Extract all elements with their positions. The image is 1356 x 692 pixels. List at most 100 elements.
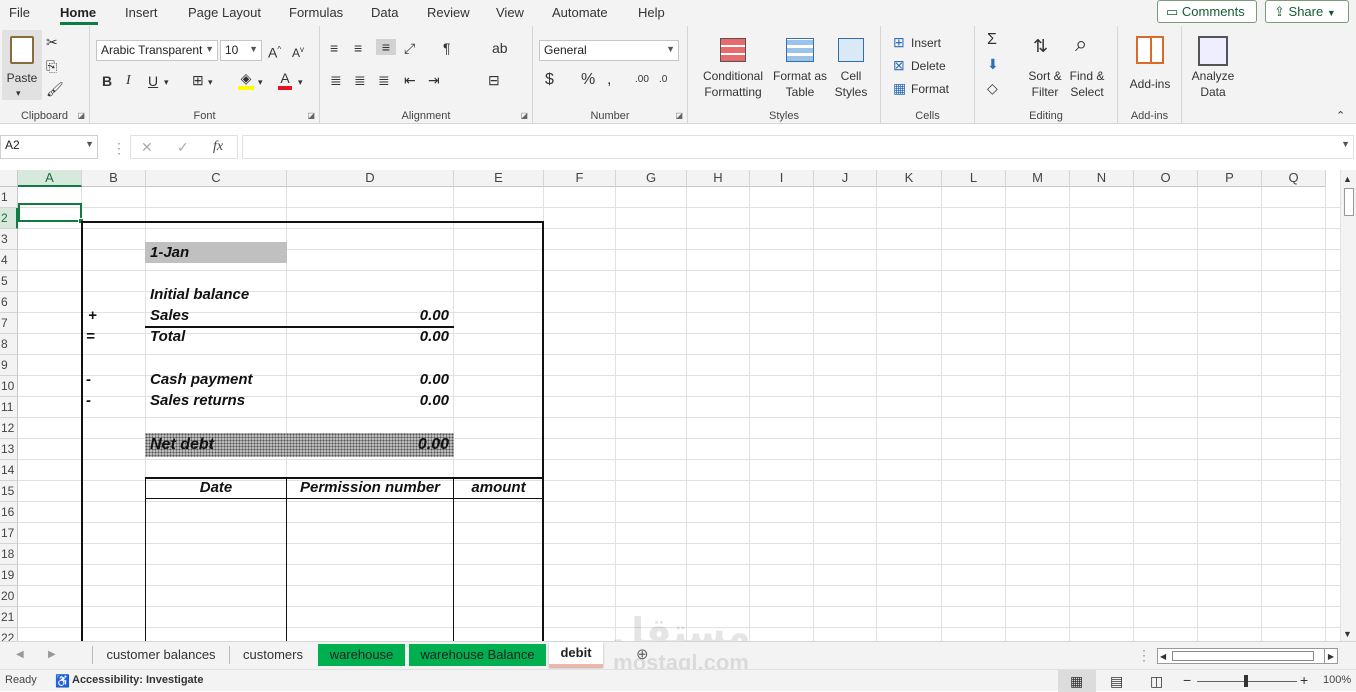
rtl-icon[interactable]: ¶ <box>443 40 451 56</box>
sheet-tab-debit[interactable]: debit <box>549 642 603 667</box>
middle-align-icon[interactable]: ≡ <box>354 40 362 56</box>
percent-icon[interactable]: % <box>581 72 595 88</box>
sheet-tab-warehouse[interactable]: warehouse <box>318 644 405 666</box>
format-as-table-button[interactable]: Format as Table <box>772 34 828 104</box>
row-header-7[interactable]: 7 <box>0 313 18 334</box>
scroll-left-icon[interactable]: ◀ <box>1160 649 1166 665</box>
horizontal-scrollbar[interactable]: ◀ <box>1157 648 1337 664</box>
dialog-launcher-icon[interactable]: ◪ <box>77 111 85 120</box>
decrease-indent-icon[interactable]: ⇤ <box>404 72 416 88</box>
addins-button[interactable]: Add-ins <box>1124 34 1176 104</box>
tab-automate[interactable]: Automate <box>552 5 608 20</box>
column-header-h[interactable]: H <box>687 170 750 187</box>
row-header-22[interactable]: 22 <box>0 628 18 641</box>
insert-cells-button[interactable]: ⊞ Insert <box>893 34 969 52</box>
top-align-icon[interactable]: ≡ <box>330 40 338 56</box>
zoom-level[interactable]: 100% <box>1323 674 1351 686</box>
cancel-icon[interactable]: ✕ <box>141 139 153 155</box>
column-header-e[interactable]: E <box>454 170 544 187</box>
row-header-14[interactable]: 14 <box>0 460 18 481</box>
tab-data[interactable]: Data <box>371 5 398 20</box>
row-header-1[interactable]: 1 <box>0 187 18 208</box>
row-header-13[interactable]: 13 <box>0 439 18 460</box>
row-header-8[interactable]: 8 <box>0 334 18 355</box>
zoom-slider-thumb[interactable] <box>1244 675 1248 687</box>
page-break-view-icon[interactable]: ◫ <box>1150 673 1163 689</box>
wrap-text-icon[interactable]: ab <box>492 40 508 56</box>
row-header-16[interactable]: 16 <box>0 502 18 523</box>
column-header-p[interactable]: P <box>1198 170 1262 187</box>
tab-formulas[interactable]: Formulas <box>289 5 343 20</box>
enter-icon[interactable]: ✓ <box>177 139 189 155</box>
clear-icon[interactable]: ◇ <box>987 80 998 96</box>
split-handle-icon[interactable]: ⋮ <box>1137 647 1151 663</box>
row-header-5[interactable]: 5 <box>0 271 18 292</box>
scroll-up-icon[interactable]: ▲ <box>1343 171 1352 187</box>
row-header-19[interactable]: 19 <box>0 565 18 586</box>
paste-button[interactable]: Paste ▾ <box>2 30 42 100</box>
tab-file[interactable]: File <box>9 5 30 20</box>
column-header-q[interactable]: Q <box>1262 170 1326 187</box>
column-header-b[interactable]: B <box>82 170 146 187</box>
decrease-font-icon[interactable]: Av <box>292 42 304 61</box>
collapse-ribbon-icon[interactable]: ⌃ <box>1336 108 1345 124</box>
font-color-icon[interactable]: A <box>278 70 292 90</box>
column-header-g[interactable]: G <box>616 170 687 187</box>
font-size-select[interactable]: 10 ▼ <box>220 40 262 61</box>
column-header-i[interactable]: I <box>750 170 814 187</box>
underline-icon[interactable]: U <box>148 73 158 89</box>
decrease-decimal-icon[interactable]: .0 <box>659 72 667 88</box>
row-header-6[interactable]: 6 <box>0 292 18 313</box>
tab-help[interactable]: Help <box>638 5 665 20</box>
dialog-launcher-icon[interactable]: ◪ <box>675 111 683 120</box>
font-name-select[interactable]: Arabic Transparent ▼ <box>96 40 218 61</box>
tab-page-layout[interactable]: Page Layout <box>188 5 261 20</box>
column-header-d[interactable]: D <box>287 170 454 187</box>
sheet-tab-customers[interactable]: customers <box>231 644 315 666</box>
tab-view[interactable]: View <box>496 5 524 20</box>
borders-icon[interactable]: ⊞ <box>192 72 204 88</box>
number-format-select[interactable]: General ▼ <box>539 40 679 61</box>
analyze-data-button[interactable]: Analyze Data <box>1186 34 1240 104</box>
row-header-10[interactable]: 10 <box>0 376 18 397</box>
cell-styles-button[interactable]: Cell Styles <box>828 34 874 104</box>
column-header-j[interactable]: J <box>814 170 877 187</box>
tab-review[interactable]: Review <box>427 5 470 20</box>
comments-button[interactable]: ▭ Comments <box>1157 0 1257 23</box>
fill-color-icon[interactable]: ◈ <box>238 70 254 90</box>
selected-cell-a2[interactable] <box>18 203 82 222</box>
row-header-21[interactable]: 21 <box>0 607 18 628</box>
next-sheet-icon[interactable]: ▶ <box>48 647 56 663</box>
column-header-k[interactable]: K <box>877 170 942 187</box>
merge-center-icon[interactable]: ⊟ <box>488 72 500 88</box>
share-button[interactable]: ⇪ Share ▼ <box>1265 0 1349 23</box>
row-header-20[interactable]: 20 <box>0 586 18 607</box>
sheet-tab-warehouse-balance[interactable]: warehouse Balance <box>409 644 546 666</box>
page-layout-view-icon[interactable]: ▤ <box>1110 673 1123 689</box>
format-cells-button[interactable]: ▦ Format <box>893 80 969 98</box>
copy-icon[interactable]: ⎘ <box>46 58 57 74</box>
chevron-down-icon[interactable]: ▾ <box>164 74 169 90</box>
column-header-l[interactable]: L <box>942 170 1006 187</box>
align-right-icon[interactable]: ≣ <box>378 72 390 88</box>
row-header-3[interactable]: 3 <box>0 229 18 250</box>
align-center-icon[interactable]: ≣ <box>354 72 366 88</box>
zoom-out-icon[interactable]: − <box>1183 672 1191 688</box>
row-header-15[interactable]: 15 <box>0 481 18 502</box>
row-header-17[interactable]: 17 <box>0 523 18 544</box>
fill-icon[interactable]: ⬇ <box>987 56 999 72</box>
increase-decimal-icon[interactable]: .00 <box>635 72 649 88</box>
hscroll-thumb[interactable] <box>1172 651 1314 661</box>
bold-icon[interactable]: B <box>102 73 112 89</box>
conditional-formatting-button[interactable]: Conditional Formatting <box>694 34 772 104</box>
row-header-9[interactable]: 9 <box>0 355 18 376</box>
tab-insert[interactable]: Insert <box>125 5 158 20</box>
column-header-o[interactable]: O <box>1134 170 1198 187</box>
accessibility-status[interactable]: Accessibility: Investigate <box>72 674 203 686</box>
sort-filter-button[interactable]: ⇅ Sort & Filter <box>1025 34 1065 104</box>
zoom-in-icon[interactable]: + <box>1300 672 1308 688</box>
insert-function-icon[interactable]: fx <box>213 139 223 155</box>
orientation-icon[interactable]: ⤢ <box>404 40 415 56</box>
increase-font-icon[interactable]: A^ <box>268 42 281 61</box>
increase-indent-icon[interactable]: ⇥ <box>428 72 440 88</box>
